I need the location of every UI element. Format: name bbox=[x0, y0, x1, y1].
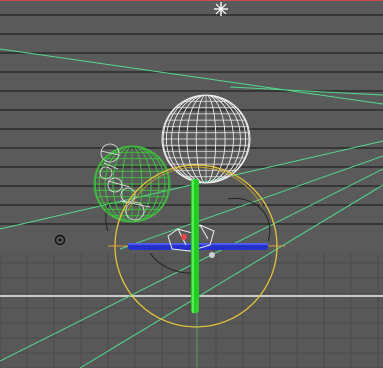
3d-viewport-canvas[interactable] bbox=[0, 1, 383, 368]
green-pole[interactable] bbox=[191, 179, 199, 313]
viewport-panel[interactable] bbox=[0, 0, 383, 368]
star-icon[interactable] bbox=[214, 2, 228, 16]
